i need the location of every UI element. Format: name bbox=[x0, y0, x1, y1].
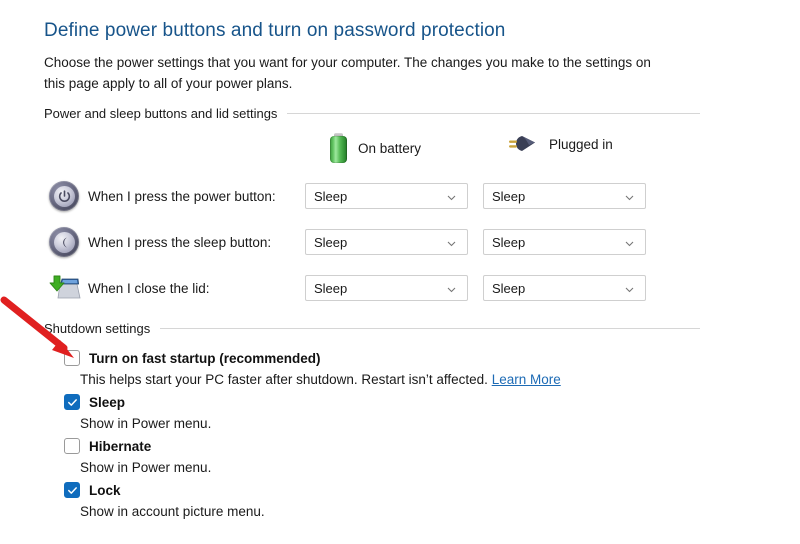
plug-icon bbox=[508, 133, 538, 155]
checkbox-description-lock: Show in account picture menu. bbox=[80, 504, 265, 519]
group-header-power-lid-label: Power and sleep buttons and lid settings bbox=[44, 106, 277, 121]
checkbox-item-fast-startup: Turn on fast startup (recommended) This … bbox=[64, 349, 561, 387]
chevron-down-icon bbox=[446, 191, 457, 202]
checkbox-description-sleep: Show in Power menu. bbox=[80, 416, 211, 431]
checkbox-item-hibernate: Hibernate Show in Power menu. bbox=[64, 437, 211, 475]
dropdown-power-button-plugged-in-value: Sleep bbox=[492, 189, 624, 204]
checkbox-label-lock: Lock bbox=[89, 483, 121, 498]
group-header-divider bbox=[160, 328, 700, 329]
dropdown-close-lid-on-battery[interactable]: Sleep bbox=[305, 275, 468, 301]
dropdown-sleep-button-on-battery[interactable]: Sleep bbox=[305, 229, 468, 255]
checkbox-row-sleep[interactable]: Sleep bbox=[64, 393, 211, 411]
learn-more-link[interactable]: Learn More bbox=[492, 372, 561, 387]
checkbox-label-hibernate: Hibernate bbox=[89, 439, 151, 454]
sleep-button-icon bbox=[44, 227, 84, 257]
page-description: Choose the power settings that you want … bbox=[44, 52, 664, 94]
setting-row-power-button-label: When I press the power button: bbox=[84, 189, 305, 204]
column-header-plugged-in: Plugged in bbox=[508, 133, 613, 155]
checkbox-lock[interactable] bbox=[64, 482, 80, 498]
checkbox-row-hibernate[interactable]: Hibernate bbox=[64, 437, 211, 455]
checkbox-row-lock[interactable]: Lock bbox=[64, 481, 265, 499]
battery-icon bbox=[330, 133, 347, 163]
column-header-on-battery-label: On battery bbox=[358, 141, 421, 156]
power-options-page: Define power buttons and turn on passwor… bbox=[0, 0, 800, 544]
checkbox-description-hibernate: Show in Power menu. bbox=[80, 460, 211, 475]
dropdown-sleep-button-on-battery-value: Sleep bbox=[314, 235, 446, 250]
checkbox-item-lock: Lock Show in account picture menu. bbox=[64, 481, 265, 519]
checkbox-label-sleep: Sleep bbox=[89, 395, 125, 410]
dropdown-close-lid-plugged-in[interactable]: Sleep bbox=[483, 275, 646, 301]
dropdown-close-lid-on-battery-value: Sleep bbox=[314, 281, 446, 296]
checkbox-label-fast-startup: Turn on fast startup (recommended) bbox=[89, 351, 321, 366]
laptop-lid-icon bbox=[44, 273, 84, 303]
checkbox-hibernate[interactable] bbox=[64, 438, 80, 454]
setting-row-close-lid: When I close the lid: Sleep Sleep bbox=[44, 268, 684, 308]
checkbox-description-fast-startup: This helps start your PC faster after sh… bbox=[80, 372, 561, 387]
checkbox-row-fast-startup[interactable]: Turn on fast startup (recommended) bbox=[64, 349, 561, 367]
checkbox-description-text: This helps start your PC faster after sh… bbox=[80, 372, 488, 387]
dropdown-close-lid-plugged-in-value: Sleep bbox=[492, 281, 624, 296]
setting-row-close-lid-label: When I close the lid: bbox=[84, 281, 305, 296]
dropdown-sleep-button-plugged-in[interactable]: Sleep bbox=[483, 229, 646, 255]
group-header-shutdown-label: Shutdown settings bbox=[44, 321, 150, 336]
chevron-down-icon bbox=[624, 237, 635, 248]
group-header-shutdown: Shutdown settings bbox=[44, 321, 700, 336]
chevron-down-icon bbox=[446, 283, 457, 294]
setting-row-sleep-button-label: When I press the sleep button: bbox=[84, 235, 305, 250]
group-header-power-lid: Power and sleep buttons and lid settings bbox=[44, 106, 700, 121]
checkbox-fast-startup[interactable] bbox=[64, 350, 80, 366]
chevron-down-icon bbox=[446, 237, 457, 248]
dropdown-power-button-on-battery-value: Sleep bbox=[314, 189, 446, 204]
dropdown-power-button-on-battery[interactable]: Sleep bbox=[305, 183, 468, 209]
setting-row-power-button: When I press the power button: Sleep Sle… bbox=[44, 176, 684, 216]
page-title: Define power buttons and turn on passwor… bbox=[44, 20, 505, 42]
power-button-icon bbox=[44, 181, 84, 211]
checkbox-sleep[interactable] bbox=[64, 394, 80, 410]
dropdown-power-button-plugged-in[interactable]: Sleep bbox=[483, 183, 646, 209]
dropdown-sleep-button-plugged-in-value: Sleep bbox=[492, 235, 624, 250]
chevron-down-icon bbox=[624, 283, 635, 294]
group-header-divider bbox=[287, 113, 700, 114]
column-header-on-battery: On battery bbox=[330, 133, 421, 163]
chevron-down-icon bbox=[624, 191, 635, 202]
checkbox-item-sleep: Sleep Show in Power menu. bbox=[64, 393, 211, 431]
setting-row-sleep-button: When I press the sleep button: Sleep Sle… bbox=[44, 222, 684, 262]
column-header-plugged-in-label: Plugged in bbox=[549, 137, 613, 152]
